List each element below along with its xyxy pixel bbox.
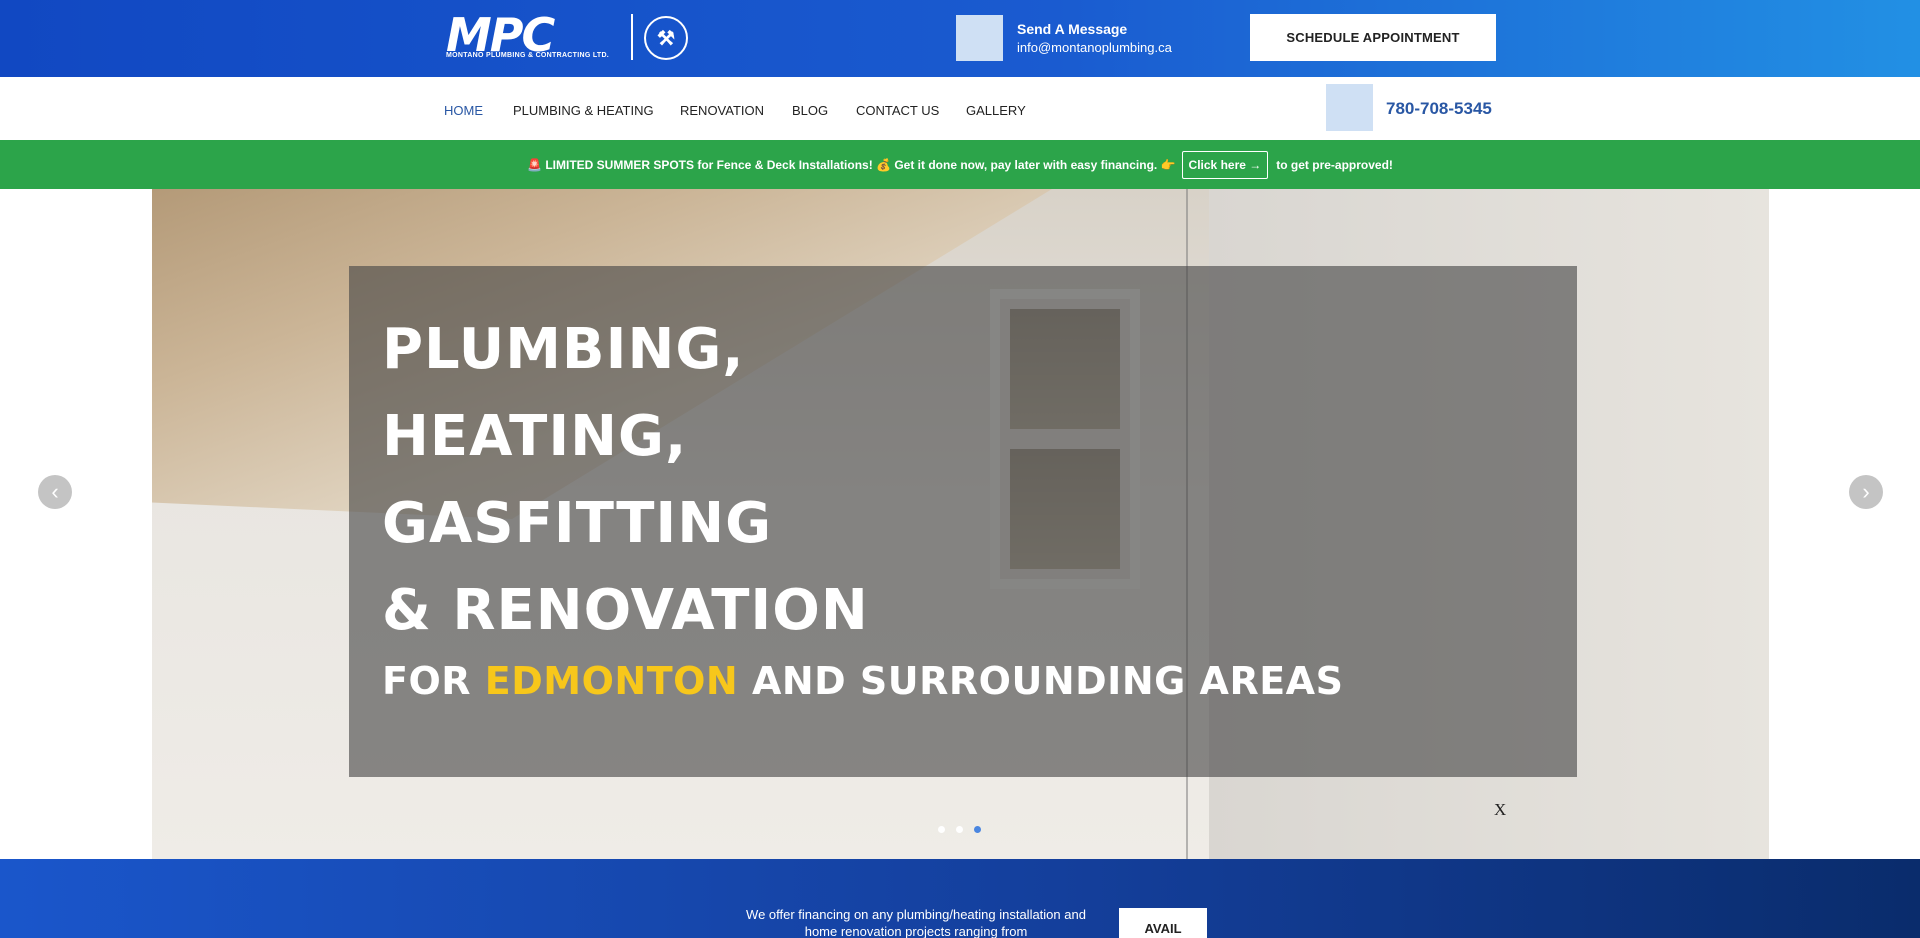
hero-headline-line-1: PLUMBING,	[382, 317, 745, 382]
hero-highlight: EDMONTON	[484, 659, 739, 703]
avail-button[interactable]: AVAIL	[1119, 908, 1207, 938]
hero-slide: PLUMBING, HEATING, GASFITTING & RENOVATI…	[152, 189, 1769, 859]
nav-item-renovation[interactable]: RENOVATION	[680, 103, 764, 118]
close-icon[interactable]: X	[1494, 800, 1506, 820]
nav-item-plumbing-heating[interactable]: PLUMBING & HEATING	[513, 103, 654, 118]
send-message-label: Send A Message	[1017, 21, 1128, 37]
promo-click-here-button[interactable]: Click here →	[1181, 150, 1269, 179]
slider-dot-3[interactable]	[974, 826, 981, 833]
logo-divider	[631, 14, 633, 60]
hero-section: PLUMBING, HEATING, GASFITTING & RENOVATI…	[0, 189, 1920, 859]
nav-item-contact-us[interactable]: CONTACT US	[856, 103, 939, 118]
promo-text-after: to get pre-approved!	[1276, 157, 1393, 172]
hero-headline-line-4: & RENOVATION	[382, 578, 869, 643]
slider-dots	[938, 826, 981, 833]
top-bar: MPC MONTANO PLUMBING & CONTRACTING LTD. …	[0, 0, 1920, 77]
phone-icon	[1326, 84, 1373, 131]
slider-dot-2[interactable]	[956, 826, 963, 833]
nav-item-blog[interactable]: BLOG	[792, 103, 828, 118]
promo-banner: 🚨 LIMITED SUMMER SPOTS for Fence & Deck …	[0, 140, 1920, 189]
financing-bar: We offer financing on any plumbing/heati…	[0, 859, 1920, 938]
hero-headline-line-3: GASFITTING	[382, 491, 773, 556]
logo[interactable]: MPC MONTANO PLUMBING & CONTRACTING LTD. …	[446, 12, 696, 64]
hero-subheadline: FOR EDMONTON AND SURROUNDING AREAS	[382, 659, 1344, 703]
schedule-appointment-button[interactable]: SCHEDULE APPOINTMENT	[1250, 14, 1496, 61]
promo-text: 🚨 LIMITED SUMMER SPOTS for Fence & Deck …	[527, 157, 1176, 172]
main-nav: HOME PLUMBING & HEATING RENOVATION BLOG …	[0, 77, 1920, 140]
envelope-icon	[956, 15, 1003, 61]
nav-item-home[interactable]: HOME	[444, 103, 483, 118]
phone-number[interactable]: 780-708-5345	[1386, 99, 1492, 119]
email-link[interactable]: info@montanoplumbing.ca	[1017, 40, 1172, 55]
chevron-right-icon[interactable]: ›	[1849, 475, 1883, 509]
financing-text: We offer financing on any plumbing/heati…	[746, 907, 1086, 938]
slider-dot-1[interactable]	[938, 826, 945, 833]
faucet-icon: ⚒	[644, 16, 688, 60]
logo-subtitle: MONTANO PLUMBING & CONTRACTING LTD.	[446, 52, 610, 59]
hero-headline-line-2: HEATING,	[382, 404, 688, 469]
chevron-left-icon[interactable]: ‹	[38, 475, 72, 509]
nav-item-gallery[interactable]: GALLERY	[966, 103, 1026, 118]
